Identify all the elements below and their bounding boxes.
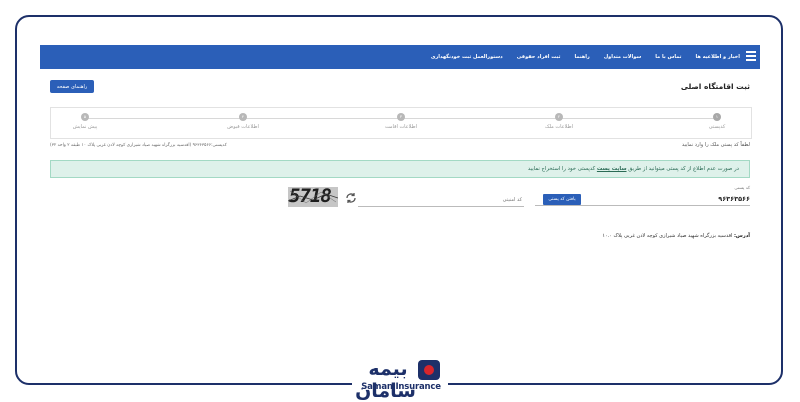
step-label: اطلاعات اقامت [384, 124, 418, 130]
step-number: ۲ [555, 113, 563, 121]
refresh-icon[interactable] [345, 192, 357, 204]
instruction-text: لطفاً کد پستی ملک را وارد نمایید [681, 142, 750, 148]
address-label: آدرس: [733, 233, 750, 239]
page-guide-button[interactable]: راهنمای صفحه [50, 80, 94, 93]
alert-text: در صورت عدم اطلاع از کد پستی میتوانید از… [528, 166, 739, 172]
owner-postal-info: کدپستی:۹۶۳۶۳۵۶۶ (اقدسیه بزرگراه شهید صیا… [50, 143, 227, 148]
address-value: اقدسیه بزرگراه شهید صیاد شیرازی کوچه لاد… [602, 233, 733, 239]
step-label: اطلاعات قبوض [227, 124, 259, 130]
captcha-noise [288, 190, 338, 204]
step-preview: ۵ پیش نمایش [55, 113, 115, 130]
postal-code-field[interactable]: ۹۶۳۶۳۵۶۶ [718, 195, 750, 203]
step-label: کدپستی [708, 124, 726, 130]
captcha-image: 5718 [288, 187, 338, 207]
step-number: ۱ [713, 113, 721, 121]
captcha-input[interactable] [358, 193, 524, 207]
page-title: ثبت اقامتگاه اصلی [680, 82, 750, 91]
nav-item-faq[interactable]: سوالات متداول [604, 54, 641, 60]
nav-item-news[interactable]: اخبار و اطلاعیه ها [696, 54, 741, 60]
hamburger-menu-icon[interactable] [746, 51, 756, 63]
app-window: اخبار و اطلاعیه ها تماس با ما سوالات متد… [40, 45, 760, 345]
info-alert: در صورت عدم اطلاع از کد پستی میتوانید از… [50, 160, 750, 178]
step-residence-info: ۳ اطلاعات اقامت [371, 113, 431, 130]
nav-item-help[interactable]: راهنما [574, 54, 589, 60]
postal-code-underline [535, 205, 750, 206]
find-postal-code-button[interactable]: یافتن کد پستی [543, 194, 581, 205]
step-postal-code: ۱ کدپستی [687, 113, 747, 130]
alert-text-after: کدپستی خود را استخراج نمایید [527, 166, 596, 172]
post-website-link[interactable]: سایت پست [597, 166, 627, 172]
logo-english-text: Saman Insurance [361, 382, 441, 392]
nav-menu: اخبار و اطلاعیه ها تماس با ما سوالات متد… [417, 45, 740, 69]
postal-code-label: کد پستی [734, 186, 750, 191]
nav-item-legal-entities[interactable]: ثبت افراد حقوقی [517, 54, 561, 60]
step-property-info: ۲ اطلاعات ملک [529, 113, 589, 130]
step-number: ۵ [81, 113, 89, 121]
alert-text-before: در صورت عدم اطلاع از کد پستی میتوانید از… [628, 166, 739, 172]
step-label: پیش نمایش [72, 124, 98, 130]
address-line: آدرس: اقدسیه بزرگراه شهید صیاد شیرازی کو… [602, 233, 750, 239]
nav-item-self-custody-instructions[interactable]: دستورالعمل ثبت خودنگهداری [431, 54, 503, 60]
step-number: ۳ [397, 113, 405, 121]
logo-mark-icon [418, 360, 440, 380]
progress-stepper: ۱ کدپستی ۲ اطلاعات ملک ۳ اطلاعات اقامت ۴… [50, 107, 752, 139]
logo-persian-text: بیمه سامان [355, 358, 416, 402]
step-number: ۴ [239, 113, 247, 121]
step-label: اطلاعات ملک [545, 124, 573, 130]
step-bills-info: ۴ اطلاعات قبوض [213, 113, 273, 130]
nav-item-contact[interactable]: تماس با ما [655, 54, 681, 60]
saman-insurance-logo: بیمه سامان Saman Insurance [355, 358, 442, 402]
top-navbar: اخبار و اطلاعیه ها تماس با ما سوالات متد… [40, 45, 760, 69]
